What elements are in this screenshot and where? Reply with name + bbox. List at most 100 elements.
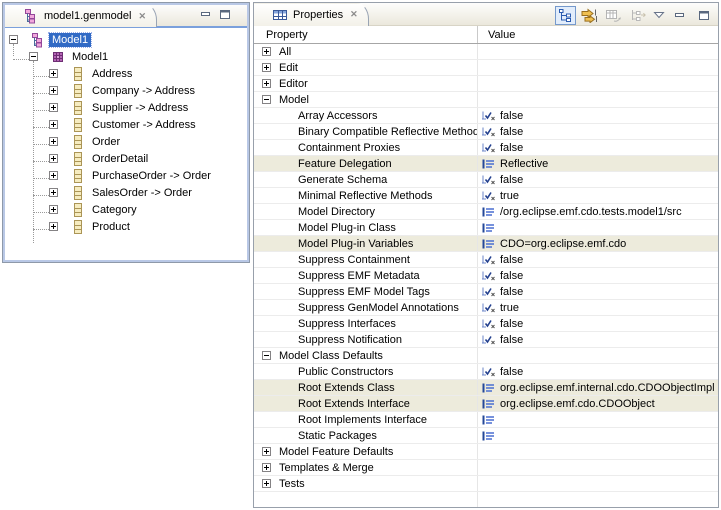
collapse-icon[interactable]	[29, 52, 38, 61]
expand-icon[interactable]	[49, 120, 58, 129]
tree-item-label[interactable]: Order	[89, 135, 123, 149]
collapse-icon[interactable]	[262, 351, 271, 360]
property-cell[interactable]: Tests	[254, 476, 478, 491]
property-row-suppress-emf-model-tags[interactable]: Suppress EMF Model Tags false	[254, 284, 718, 300]
property-cell[interactable]: Suppress Containment	[254, 252, 478, 267]
property-cell[interactable]: Model	[254, 92, 478, 107]
property-row-model-directory[interactable]: Model Directory /org.eclipse.emf.cdo.tes…	[254, 204, 718, 220]
property-row-all[interactable]: All	[254, 44, 718, 60]
property-cell[interactable]: Feature Delegation	[254, 156, 478, 171]
property-row-suppress-containment[interactable]: Suppress Containment false	[254, 252, 718, 268]
tree-item-product[interactable]: Product	[5, 218, 247, 235]
property-cell[interactable]: Model Directory	[254, 204, 478, 219]
property-cell[interactable]: Suppress GenModel Annotations	[254, 300, 478, 315]
expand-icon[interactable]	[262, 79, 271, 88]
property-row-static-packages[interactable]: Static Packages	[254, 428, 718, 444]
tree-item-label[interactable]: Customer -> Address	[89, 118, 199, 132]
value-cell[interactable]	[478, 428, 718, 443]
maximize-icon[interactable]	[693, 6, 714, 25]
value-cell[interactable]: org.eclipse.emf.cdo.CDOObject	[478, 396, 718, 411]
property-row-minimal-reflective-methods[interactable]: Minimal Reflective Methods true	[254, 188, 718, 204]
value-cell[interactable]: CDO=org.eclipse.emf.cdo	[478, 236, 718, 251]
property-row-tests[interactable]: Tests	[254, 476, 718, 492]
property-cell[interactable]: Suppress Notification	[254, 332, 478, 347]
value-cell[interactable]: false	[478, 172, 718, 187]
expand-icon[interactable]	[49, 205, 58, 214]
property-cell[interactable]: Suppress EMF Model Tags	[254, 284, 478, 299]
value-cell[interactable]: org.eclipse.emf.internal.cdo.CDOObjectIm…	[478, 380, 718, 395]
property-cell[interactable]: Suppress EMF Metadata	[254, 268, 478, 283]
property-cell[interactable]: Root Extends Interface	[254, 396, 478, 411]
expand-icon[interactable]	[49, 69, 58, 78]
tree-item-purchaseorder-order[interactable]: PurchaseOrder -> Order	[5, 167, 247, 184]
expand-icon[interactable]	[49, 137, 58, 146]
property-cell[interactable]: Model Feature Defaults	[254, 444, 478, 459]
expand-icon[interactable]	[49, 222, 58, 231]
property-row-public-constructors[interactable]: Public Constructors false	[254, 364, 718, 380]
property-cell[interactable]: Model Plug-in Class	[254, 220, 478, 235]
tree-item-orderdetail[interactable]: OrderDetail	[5, 150, 247, 167]
property-row-feature-delegation[interactable]: Feature Delegation Reflective	[254, 156, 718, 172]
show-advanced-properties-icon[interactable]	[579, 6, 600, 25]
property-row-model-plug-in-variables[interactable]: Model Plug-in Variables CDO=org.eclipse.…	[254, 236, 718, 252]
expand-icon[interactable]	[262, 63, 271, 72]
property-row-suppress-emf-metadata[interactable]: Suppress EMF Metadata false	[254, 268, 718, 284]
property-row-containment-proxies[interactable]: Containment Proxies false	[254, 140, 718, 156]
property-cell[interactable]: Static Packages	[254, 428, 478, 443]
tree-item-label[interactable]: Model1	[49, 33, 91, 47]
maximize-icon[interactable]	[219, 9, 231, 23]
value-cell[interactable]: true	[478, 300, 718, 315]
property-cell[interactable]: Model Plug-in Variables	[254, 236, 478, 251]
property-row-model-feature-defaults[interactable]: Model Feature Defaults	[254, 444, 718, 460]
value-cell[interactable]	[478, 412, 718, 427]
property-cell[interactable]: Editor	[254, 76, 478, 91]
value-cell[interactable]: false	[478, 140, 718, 155]
tree-item-label[interactable]: Address	[89, 67, 135, 81]
value-cell[interactable]: false	[478, 252, 718, 267]
expand-icon[interactable]	[262, 447, 271, 456]
property-cell[interactable]: Suppress Interfaces	[254, 316, 478, 331]
value-cell[interactable]: /org.eclipse.emf.cdo.tests.model1/src	[478, 204, 718, 219]
tree-item-company-address[interactable]: Company -> Address	[5, 82, 247, 99]
expand-icon[interactable]	[49, 103, 58, 112]
property-cell[interactable]: Model Class Defaults	[254, 348, 478, 363]
property-row-editor[interactable]: Editor	[254, 76, 718, 92]
property-cell[interactable]: Root Extends Class	[254, 380, 478, 395]
property-row-suppress-notification[interactable]: Suppress Notification false	[254, 332, 718, 348]
tree-item-salesorder-order[interactable]: SalesOrder -> Order	[5, 184, 247, 201]
property-row-model-plug-in-class[interactable]: Model Plug-in Class	[254, 220, 718, 236]
property-cell[interactable]: Generate Schema	[254, 172, 478, 187]
property-row-model[interactable]: Model	[254, 92, 718, 108]
property-row-suppress-genmodel-annotations[interactable]: Suppress GenModel Annotations true	[254, 300, 718, 316]
property-cell[interactable]: Templates & Merge	[254, 460, 478, 475]
tree-item-label[interactable]: SalesOrder -> Order	[89, 186, 195, 200]
collapse-icon[interactable]	[262, 95, 271, 104]
property-row-root-extends-interface[interactable]: Root Extends Interface org.eclipse.emf.c…	[254, 396, 718, 412]
property-row-root-extends-class[interactable]: Root Extends Class org.eclipse.emf.inter…	[254, 380, 718, 396]
value-cell[interactable]	[478, 220, 718, 235]
minimize-icon[interactable]	[200, 9, 212, 23]
properties-tab[interactable]: Properties ✕	[254, 3, 369, 26]
tree-item-label[interactable]: Supplier -> Address	[89, 101, 191, 115]
tree-item-customer-address[interactable]: Customer -> Address	[5, 116, 247, 133]
tree-item-address[interactable]: Address	[5, 65, 247, 82]
expand-icon[interactable]	[49, 154, 58, 163]
value-cell[interactable]: false	[478, 284, 718, 299]
value-cell[interactable]: false	[478, 332, 718, 347]
value-cell[interactable]: false	[478, 268, 718, 283]
property-cell[interactable]: Root Implements Interface	[254, 412, 478, 427]
show-categories-icon[interactable]	[555, 6, 576, 25]
property-cell[interactable]: Minimal Reflective Methods	[254, 188, 478, 203]
expand-icon[interactable]	[49, 171, 58, 180]
property-row-array-accessors[interactable]: Array Accessors false	[254, 108, 718, 124]
value-cell[interactable]: false	[478, 316, 718, 331]
collapse-icon[interactable]	[9, 35, 18, 44]
property-row-model-class-defaults[interactable]: Model Class Defaults	[254, 348, 718, 364]
tree-item-label[interactable]: OrderDetail	[89, 152, 151, 166]
tree-item-model1[interactable]: Model1	[5, 48, 247, 65]
minimize-icon[interactable]	[669, 6, 690, 25]
close-icon[interactable]: ✕	[138, 11, 146, 22]
tree-item-order[interactable]: Order	[5, 133, 247, 150]
tree-item-model1[interactable]: Model1	[5, 31, 247, 48]
property-row-root-implements-interface[interactable]: Root Implements Interface	[254, 412, 718, 428]
